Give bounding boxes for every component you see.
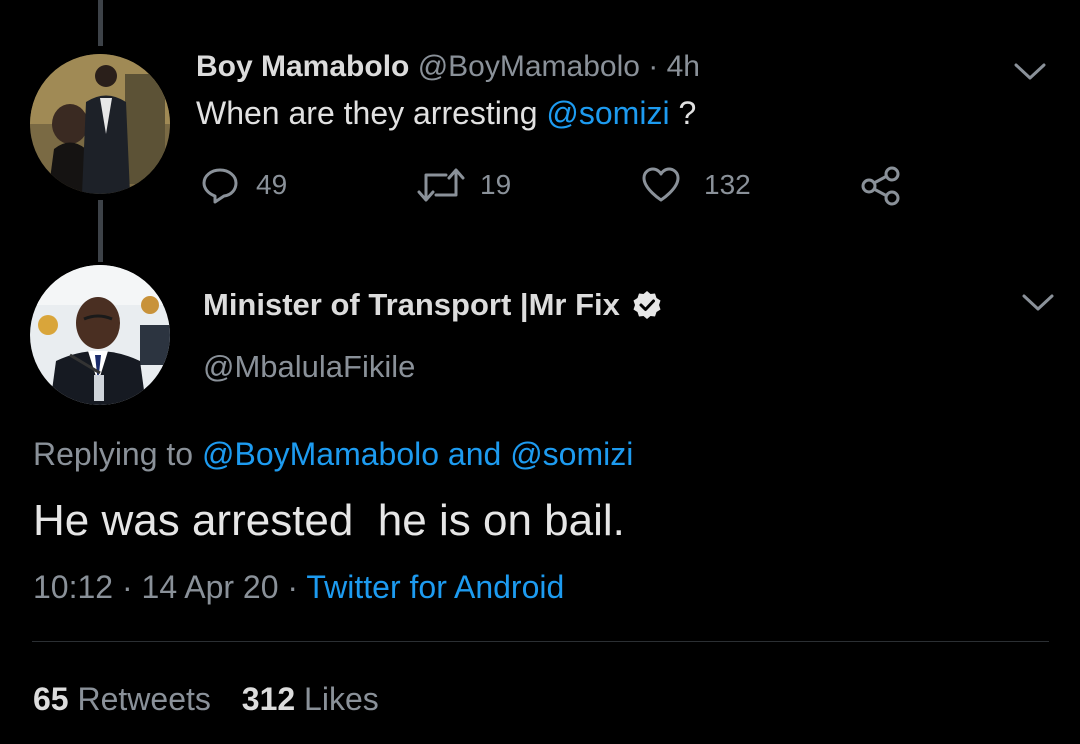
tweet2-source-link[interactable]: Twitter for Android xyxy=(306,569,564,605)
reply-count: 49 xyxy=(256,169,288,200)
tweet2-separator-1: · xyxy=(121,569,133,605)
tweet2-handle[interactable]: @MbalulaFikile xyxy=(203,349,415,385)
replying-to-line: Replying to @BoyMamabolo and @somizi xyxy=(33,436,633,473)
like-icon xyxy=(642,167,680,202)
avatar-boy-mamabolo[interactable] xyxy=(30,54,170,194)
tweet1-display-name[interactable]: Boy Mamabolo xyxy=(196,50,409,83)
tweet1-separator: · xyxy=(648,50,659,83)
reply-button[interactable]: 49 xyxy=(200,165,287,205)
replying-to-label: Replying to xyxy=(33,436,202,472)
share-icon xyxy=(861,166,900,206)
likes-label: Likes xyxy=(304,681,379,717)
tweet2-time[interactable]: 10:12 xyxy=(33,569,113,605)
tweet1-time[interactable]: 4h xyxy=(667,50,700,83)
retweet-count: 19 xyxy=(480,169,512,200)
verified-badge-icon xyxy=(633,291,661,319)
retweet-icon xyxy=(417,168,465,202)
likes-stat[interactable]: 312 Likes xyxy=(242,681,379,717)
avatar-mbalula[interactable] xyxy=(30,265,170,405)
tweet2-meta: 10:12 · 14 Apr 20 · Twitter for Android xyxy=(33,569,564,606)
thread-line-middle xyxy=(98,200,103,262)
retweet-button[interactable]: 19 xyxy=(416,165,511,205)
tweet2-date[interactable]: 14 Apr 20 xyxy=(142,569,279,605)
retweets-label: Retweets xyxy=(77,681,211,717)
chevron-down-icon[interactable] xyxy=(1021,293,1055,313)
tweet1-text: When are they arresting xyxy=(196,95,547,131)
replying-user-boymamabolo[interactable]: @BoyMamabolo xyxy=(202,436,439,472)
like-count: 132 xyxy=(704,169,751,200)
replying-user-somizi[interactable]: @somizi xyxy=(510,436,633,472)
likes-count: 312 xyxy=(241,681,296,717)
tweet2-stats: 65 Retweets 312 Likes xyxy=(33,681,379,718)
thread-line-top xyxy=(98,0,103,46)
share-button[interactable] xyxy=(860,166,902,206)
tweet2-display-name[interactable]: Minister of Transport |Mr Fix xyxy=(203,287,620,323)
tweet2-separator-2: · xyxy=(287,569,299,605)
tweet1-text-end: ? xyxy=(669,95,697,131)
chevron-down-icon[interactable] xyxy=(1013,62,1047,82)
retweets-count: 65 xyxy=(33,681,69,717)
replying-and: and xyxy=(439,436,511,472)
tweet1-mention-link[interactable]: @somizi xyxy=(546,95,669,131)
divider xyxy=(32,641,1049,642)
retweets-stat[interactable]: 65 Retweets xyxy=(33,681,211,717)
like-button[interactable]: 132 xyxy=(640,165,751,205)
tweet1-handle[interactable]: @BoyMamabolo xyxy=(418,50,640,83)
reply-icon xyxy=(202,168,238,204)
tweet2-text: He was arrested he is on bail. xyxy=(33,496,625,545)
